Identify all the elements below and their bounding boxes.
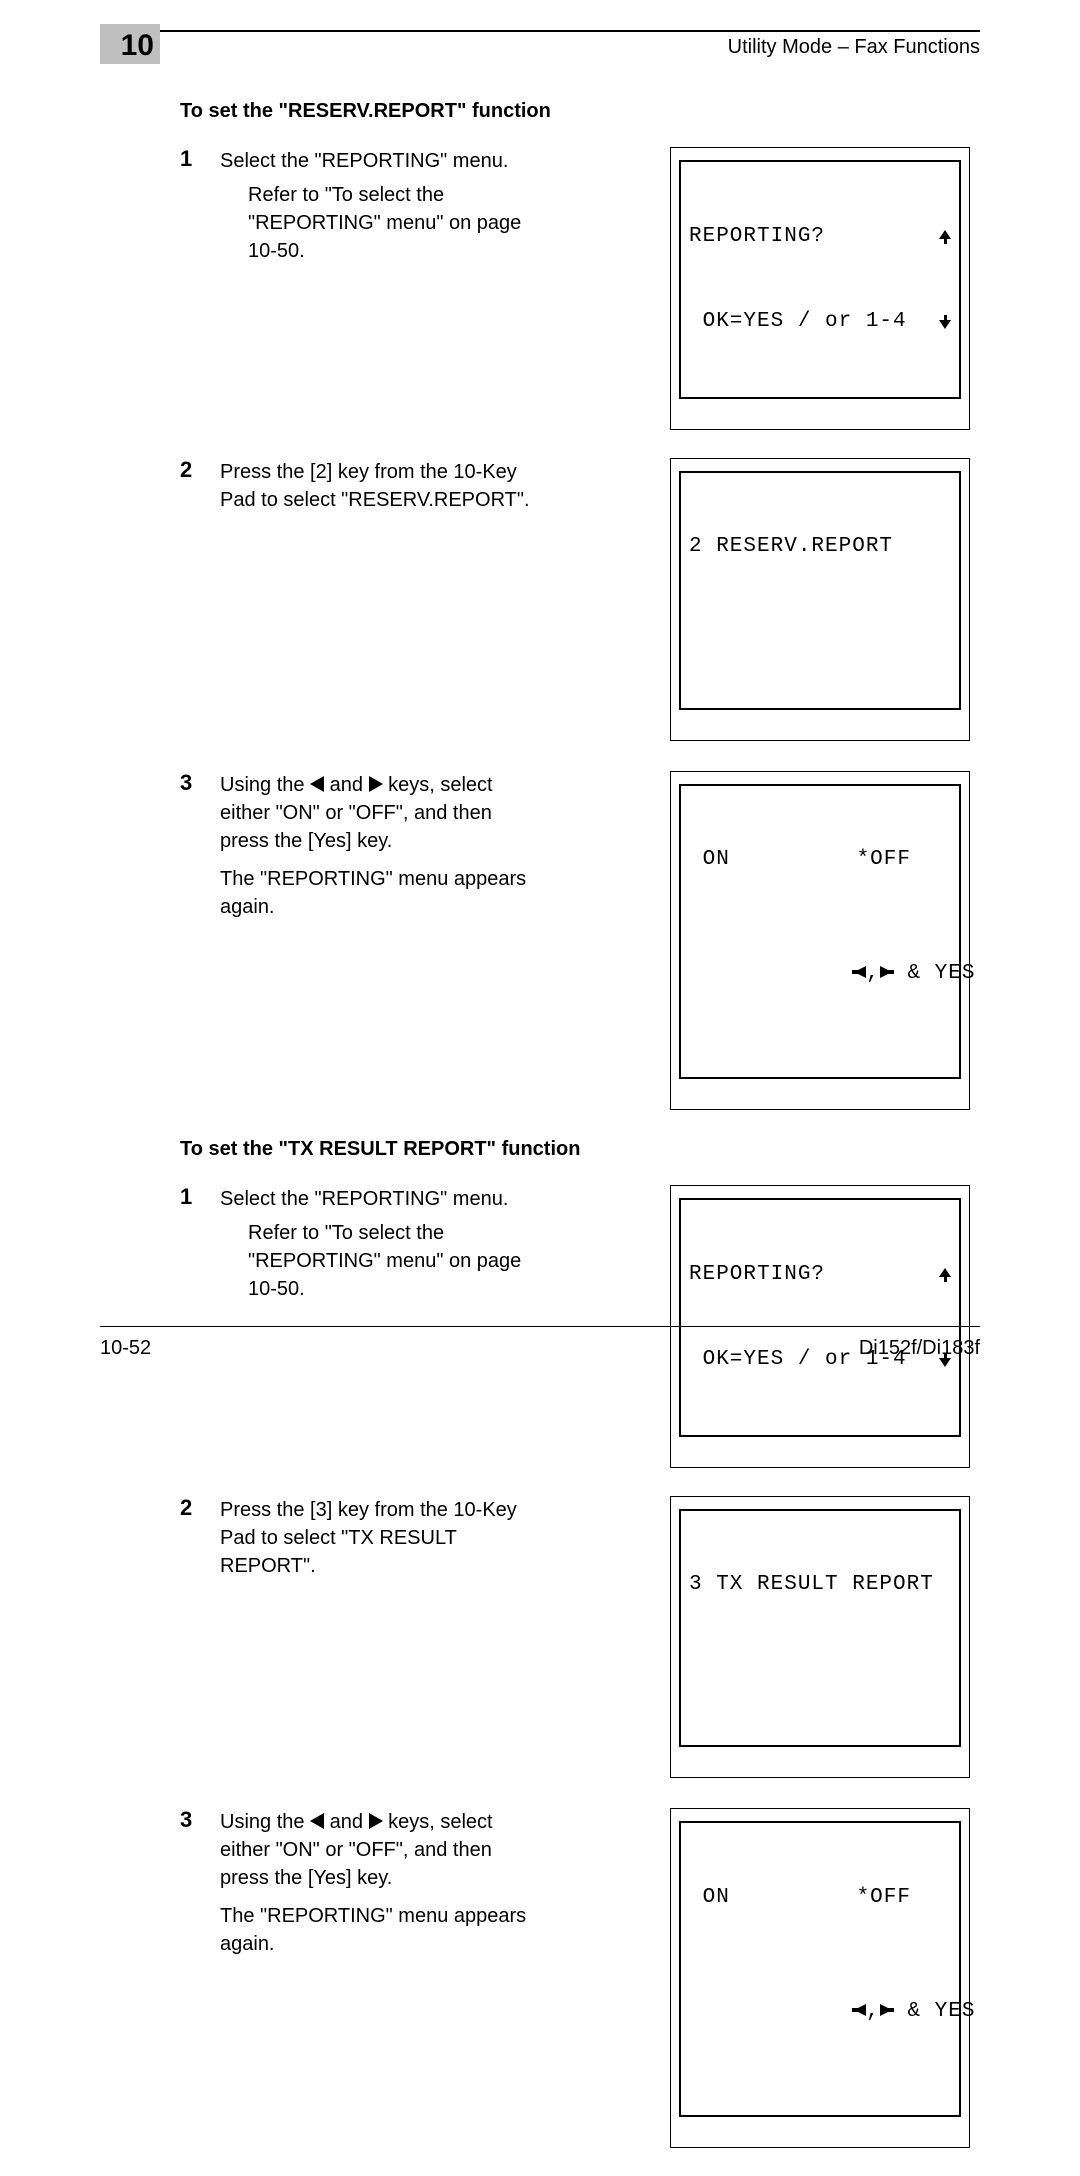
lcd-display: ON *OFF , & YES [670, 771, 980, 1110]
chapter-number-box: 10 [100, 24, 160, 64]
right-arrow-icon [369, 1813, 383, 1829]
step-text: Using the and keys, select either "ON" o… [220, 1808, 540, 1892]
lcd-display: 3 TX RESULT REPORT [670, 1496, 980, 1779]
lcd-display: 2 RESERV.REPORT [670, 458, 980, 741]
page-content: To set the "RESERV.REPORT" function 1 Se… [180, 100, 980, 2176]
step-number: 3 [180, 771, 202, 795]
step-number: 3 [180, 1808, 202, 1832]
step-body: Using the and keys, select either "ON" o… [220, 771, 540, 921]
step-body: Press the [2] key from the 10-Key Pad to… [220, 458, 540, 514]
speaker-right-icon [880, 2004, 894, 2016]
step-row: 2 Press the [2] key from the 10-Key Pad … [180, 458, 980, 741]
page-number: 10-52 [100, 1337, 151, 1360]
lcd-line: REPORTING? [689, 223, 825, 251]
step-body: Press the [3] key from the 10-Key Pad to… [220, 1496, 540, 1580]
step-number: 1 [180, 147, 202, 171]
scroll-down-icon [939, 315, 951, 329]
step-body: Select the "REPORTING" menu. Refer to "T… [220, 1185, 540, 1303]
speaker-right-icon [880, 966, 894, 978]
step-number: 1 [180, 1185, 202, 1209]
step-text: Select the "REPORTING" menu. [220, 147, 540, 175]
scroll-up-icon [939, 1268, 951, 1282]
lcd-on-label: ON [689, 1884, 730, 1912]
step-after-text: The "REPORTING" menu appears again. [220, 1902, 540, 1958]
right-arrow-icon [369, 776, 383, 792]
section-title: To set the "TX RESULT REPORT" function [180, 1138, 980, 1161]
step-text: Using the and keys, select either "ON" o… [220, 771, 540, 855]
step-text: Press the [2] key from the 10-Key Pad to… [220, 458, 540, 514]
footer-rule [100, 1326, 980, 1327]
section-title: To set the "RESERV.REPORT" function [180, 100, 980, 123]
left-arrow-icon [310, 776, 324, 792]
lcd-on-label: ON [689, 846, 730, 874]
step-row: 2 Press the [3] key from the 10-Key Pad … [180, 1496, 980, 1779]
step-body: Using the and keys, select either "ON" o… [220, 1808, 540, 1958]
manual-page: 10 Utility Mode – Fax Functions To set t… [100, 30, 980, 1380]
lcd-line: OK=YES / or 1-4 [689, 308, 907, 336]
header-title: Utility Mode – Fax Functions [728, 36, 980, 59]
header-rule [100, 30, 980, 32]
step-subtext: Refer to "To select the "REPORTING" menu… [220, 1219, 540, 1303]
step-after-text: The "REPORTING" menu appears again. [220, 865, 540, 921]
step-row: 3 Using the and keys, select either "ON"… [180, 1808, 980, 2147]
speaker-left-icon [852, 2004, 866, 2016]
step-text: Select the "REPORTING" menu. [220, 1185, 540, 1213]
lcd-hint-line: , & YES [689, 1969, 951, 2054]
speaker-left-icon [852, 966, 866, 978]
step-number: 2 [180, 458, 202, 482]
lcd-display: REPORTING? OK=YES / or 1-4 [670, 147, 980, 430]
lcd-off-label: *OFF [857, 846, 911, 874]
step-text: Press the [3] key from the 10-Key Pad to… [220, 1496, 540, 1580]
lcd-line: 2 RESERV.REPORT [689, 533, 951, 561]
step-subtext: Refer to "To select the "REPORTING" menu… [220, 181, 540, 265]
chapter-number: 10 [121, 29, 154, 62]
left-arrow-icon [310, 1813, 324, 1829]
lcd-line: REPORTING? [689, 1261, 825, 1289]
step-row: 3 Using the and keys, select either "ON"… [180, 771, 980, 1110]
step-row: 1 Select the "REPORTING" menu. Refer to … [180, 147, 980, 430]
lcd-line: 3 TX RESULT REPORT [689, 1571, 951, 1599]
step-body: Select the "REPORTING" menu. Refer to "T… [220, 147, 540, 265]
lcd-hint-line: , & YES [689, 931, 951, 1016]
scroll-up-icon [939, 230, 951, 244]
page-footer: 10-52 Di152f/Di183f [100, 1326, 980, 1360]
lcd-off-label: *OFF [857, 1884, 911, 1912]
step-number: 2 [180, 1496, 202, 1520]
model-label: Di152f/Di183f [859, 1337, 980, 1360]
lcd-display: ON *OFF , & YES [670, 1808, 980, 2147]
